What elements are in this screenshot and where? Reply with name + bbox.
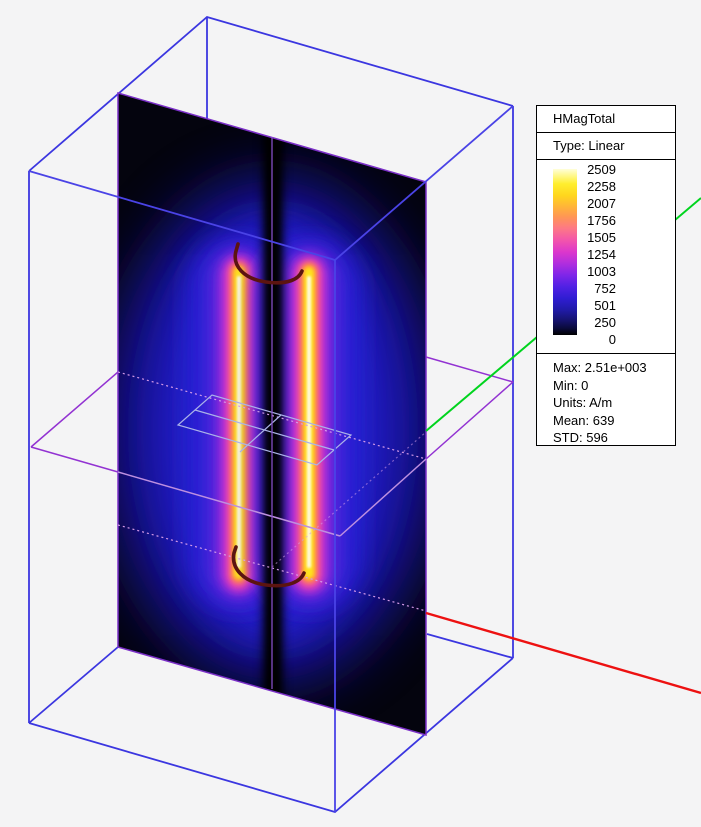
legend-stat-mean: Mean: 639: [553, 412, 615, 428]
colorbar-tick-label: 1254: [587, 247, 616, 262]
legend-colorbar-section: 2509 2258 2007 1756 1505 1254 1003 752 5…: [537, 160, 675, 354]
colorbar-tick-labels: 2509 2258 2007 1756 1505 1254 1003 752 5…: [577, 161, 616, 348]
legend-stat-max: Max: 2.51e+003: [553, 360, 647, 375]
legend-scale-type: Type: Linear: [537, 133, 675, 160]
legend-stats: Max: 2.51e+003 Min: 0 Units: A/m Mean: 6…: [537, 354, 675, 447]
colorbar-tick-label: 2509: [587, 162, 616, 177]
colorbar-tick-label: 752: [594, 281, 616, 296]
legend-stat-min: Min: 0: [553, 377, 589, 393]
hfss-field-plot-viewport[interactable]: HMagTotal Type: Linear 2509 2258 2007 17…: [0, 0, 701, 827]
colorbar-tick-label: 2258: [587, 179, 616, 194]
colorbar-tick-label: 2007: [587, 196, 616, 211]
colorbar-tick-label: 250: [594, 315, 616, 330]
colorbar-tick-label: 0: [608, 332, 616, 347]
colorbar-gradient: [553, 169, 577, 335]
field-plane-heatmap: [118, 93, 426, 735]
colorbar-tick-label: 1003: [587, 264, 616, 279]
colorbar-tick-label: 1756: [587, 213, 616, 228]
legend-stat-std: STD: 596: [553, 430, 608, 445]
legend-title: HMagTotal: [537, 106, 675, 133]
colorbar-tick-label: 1505: [587, 230, 616, 245]
legend-stat-units: Units: A/m: [553, 395, 613, 410]
colorbar-tick-label: 501: [594, 298, 616, 313]
field-legend: HMagTotal Type: Linear 2509 2258 2007 17…: [536, 105, 676, 446]
